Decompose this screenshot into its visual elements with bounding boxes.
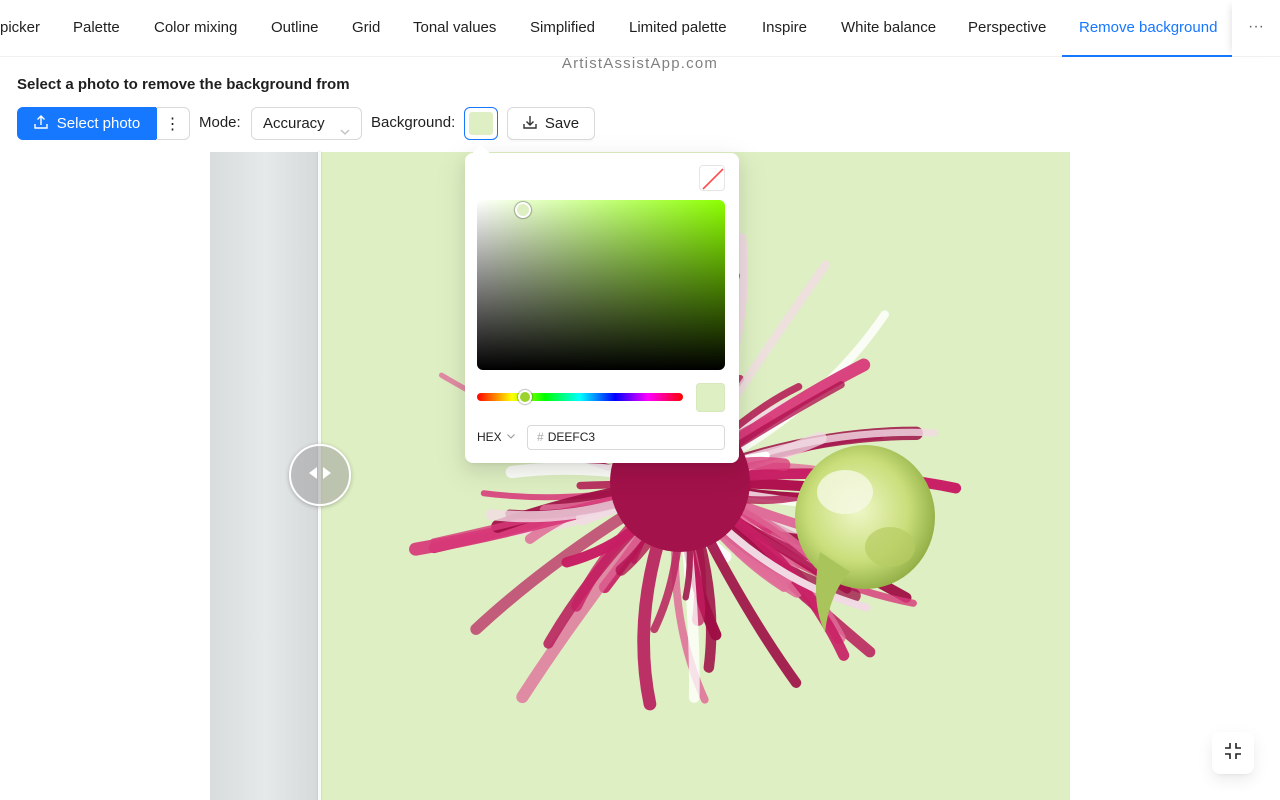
more-options-button[interactable]: ⋮ — [156, 107, 190, 140]
no-color-icon — [702, 168, 724, 190]
tab-list: picker Palette Color mixing Outline Grid… — [0, 0, 1232, 57]
color-picker-popover: HEX # DEEFC3 — [465, 144, 739, 463]
save-label: Save — [544, 115, 580, 132]
chevron-down-icon — [506, 430, 516, 444]
color-preview-swatch — [696, 383, 725, 412]
more-tabs-button[interactable]: ··· — [1232, 0, 1280, 57]
clear-color-button[interactable] — [699, 165, 725, 191]
tab-tonal-values[interactable]: Tonal values — [413, 0, 496, 57]
background-label: Background: — [371, 114, 456, 131]
chevron-down-icon — [339, 118, 351, 149]
tab-white-balance[interactable]: White balance — [841, 0, 936, 57]
tab-bar: picker Palette Color mixing Outline Grid… — [0, 0, 1280, 57]
hue-slider[interactable] — [477, 390, 683, 404]
upload-icon — [34, 114, 48, 133]
tab-palette[interactable]: Palette — [73, 0, 120, 57]
background-color-swatch — [469, 112, 493, 135]
select-photo-label: Select photo — [56, 115, 141, 132]
hex-prefix: # — [537, 430, 544, 444]
tab-color-picker[interactable]: picker — [0, 0, 40, 57]
tab-color-mixing[interactable]: Color mixing — [154, 0, 237, 57]
saturation-value-panel[interactable] — [477, 200, 725, 370]
mode-value: Accuracy — [263, 115, 325, 132]
tab-simplified[interactable]: Simplified — [530, 0, 595, 57]
fullscreen-exit-icon — [1224, 742, 1242, 765]
page-title: Select a photo to remove the background … — [17, 76, 350, 93]
save-button[interactable]: Save — [507, 107, 595, 140]
download-icon — [523, 115, 537, 133]
background-color-button[interactable] — [464, 107, 498, 140]
hex-value: DEEFC3 — [547, 430, 596, 444]
compare-slider-handle[interactable] — [289, 444, 351, 506]
tab-outline[interactable]: Outline — [271, 0, 319, 57]
tab-remove-background[interactable]: Remove background — [1079, 0, 1217, 57]
mode-select[interactable]: Accuracy — [251, 107, 362, 140]
hue-slider-handle[interactable] — [518, 390, 532, 404]
popover-arrow — [472, 144, 490, 162]
tab-perspective[interactable]: Perspective — [968, 0, 1046, 57]
watermark: ArtistAssistApp.com — [561, 55, 719, 72]
color-format-value: HEX — [477, 430, 502, 444]
tab-limited-palette[interactable]: Limited palette — [629, 0, 727, 57]
tab-inspire[interactable]: Inspire — [762, 0, 807, 57]
color-format-select[interactable]: HEX — [477, 430, 516, 444]
compare-arrows-icon — [306, 465, 334, 486]
mode-label: Mode: — [199, 114, 241, 131]
saturation-value-handle[interactable] — [515, 202, 531, 218]
select-photo-button[interactable]: Select photo — [17, 107, 157, 140]
exit-fullscreen-button[interactable] — [1212, 732, 1254, 774]
tab-grid[interactable]: Grid — [352, 0, 380, 57]
hex-color-input[interactable]: # DEEFC3 — [527, 425, 725, 450]
